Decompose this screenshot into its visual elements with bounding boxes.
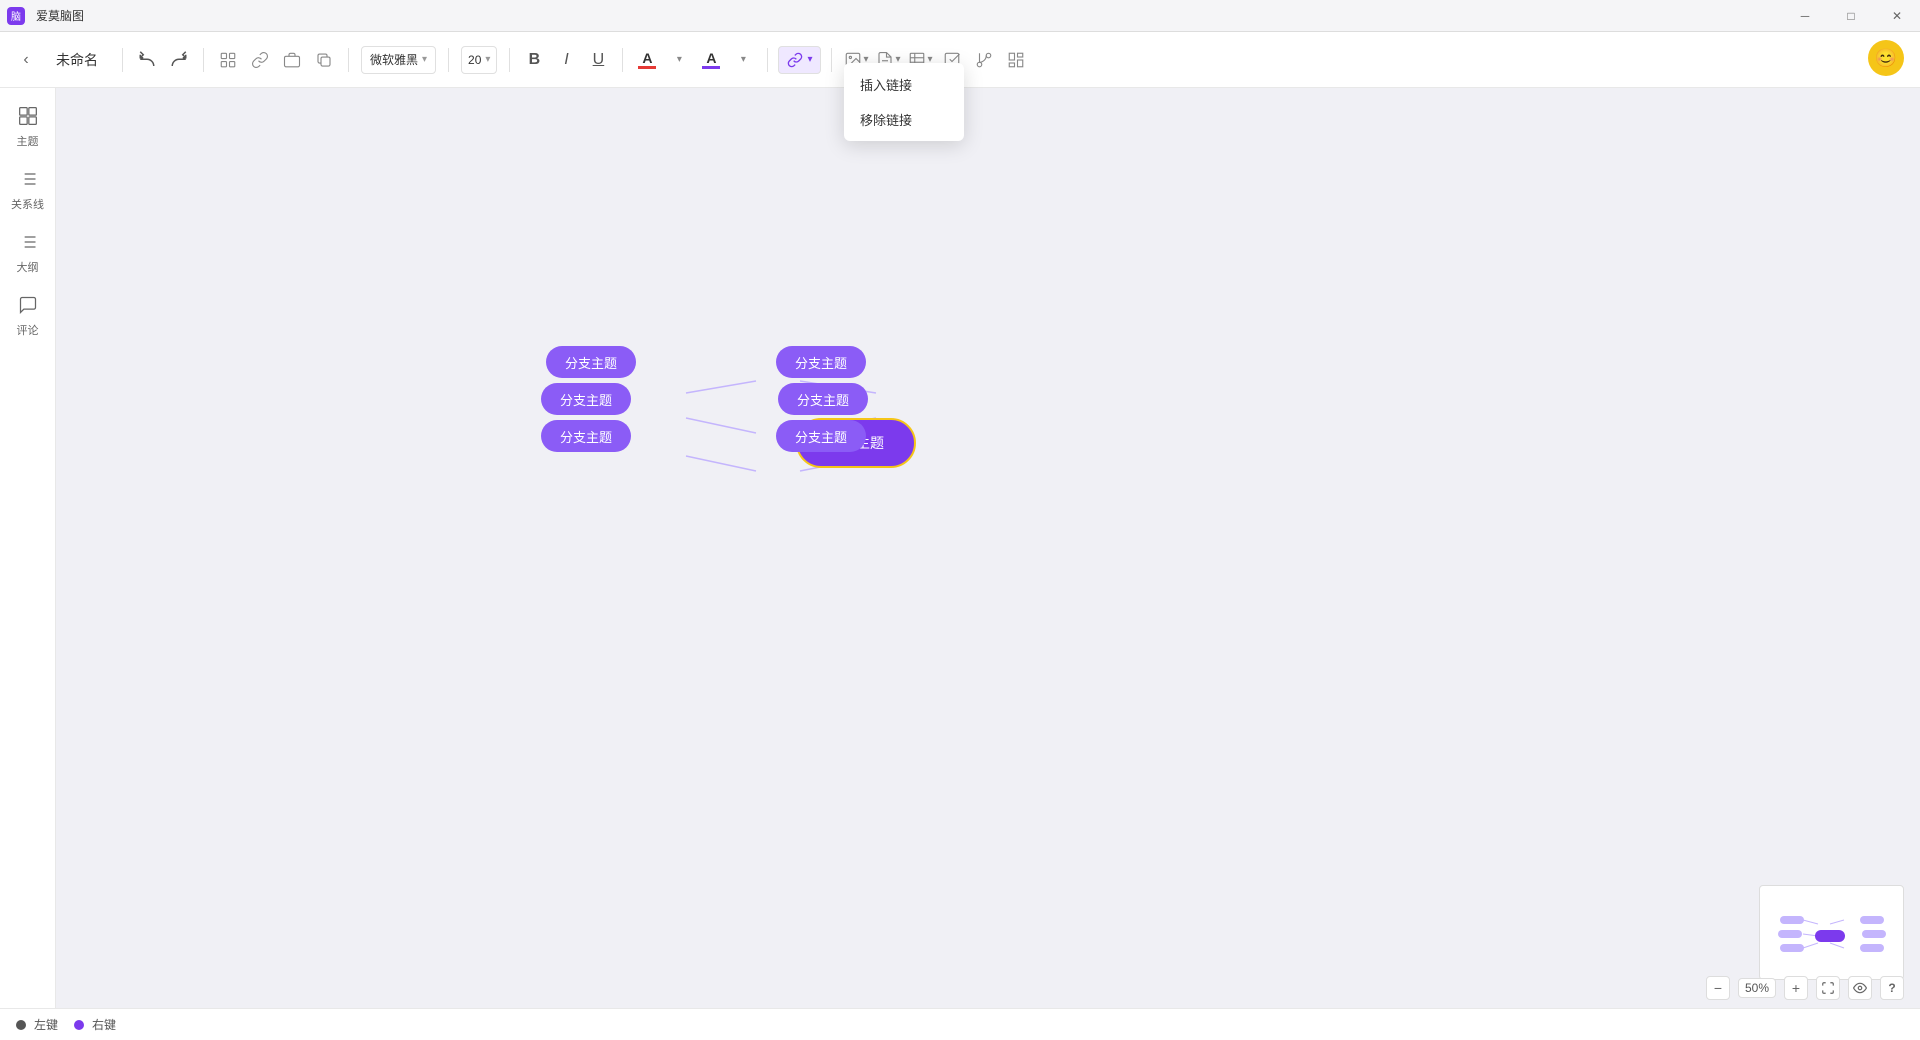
branch-node-br2[interactable]: 分支主题 xyxy=(778,383,868,415)
sidebar-item-comment-label: 评论 xyxy=(17,322,39,338)
bold-button[interactable]: B xyxy=(518,44,550,76)
minimize-button[interactable]: ─ xyxy=(1782,0,1828,32)
separator xyxy=(622,48,623,72)
separator xyxy=(831,48,832,72)
theme-icon xyxy=(18,106,38,131)
sidebar-item-comment[interactable]: 评论 xyxy=(0,285,55,348)
zoom-out-button[interactable]: − xyxy=(1706,976,1730,1000)
redo-button[interactable] xyxy=(163,44,195,76)
sidebar: 主题 关系线 大纲 评论 xyxy=(0,88,56,1040)
sidebar-item-theme-label: 主题 xyxy=(17,133,39,149)
insert-link-item[interactable]: 插入链接 xyxy=(844,67,964,102)
app-icon: 脑 xyxy=(0,0,32,32)
font-color-button[interactable]: A xyxy=(631,44,663,76)
template-button[interactable] xyxy=(1000,44,1032,76)
remove-link-item[interactable]: 移除链接 xyxy=(844,102,964,137)
minimap-branch-l2 xyxy=(1778,930,1802,938)
style-button[interactable] xyxy=(212,44,244,76)
copy-button[interactable] xyxy=(308,44,340,76)
separator xyxy=(122,48,123,72)
left-click-info: 左键 xyxy=(16,1016,58,1033)
eye-button[interactable] xyxy=(1848,976,1872,1000)
minimap xyxy=(1759,885,1904,980)
font-size-selector[interactable]: 20 ▾ xyxy=(461,46,497,74)
separator xyxy=(348,48,349,72)
svg-text:脑: 脑 xyxy=(11,10,21,23)
minimap-center xyxy=(1815,930,1845,942)
sidebar-item-theme[interactable]: 主题 xyxy=(0,96,55,159)
undo-button[interactable] xyxy=(131,44,163,76)
user-avatar[interactable]: 😊 xyxy=(1868,40,1904,76)
maximize-button[interactable]: □ xyxy=(1828,0,1874,32)
link-chevron: ▾ xyxy=(807,54,812,65)
separator xyxy=(203,48,204,72)
zoom-level: 50% xyxy=(1738,978,1776,998)
right-click-info: 右键 xyxy=(74,1016,116,1033)
separator xyxy=(448,48,449,72)
link-style-button[interactable] xyxy=(244,44,276,76)
window-controls: ─ □ ✕ xyxy=(1782,0,1920,32)
zoom-controls: − 50% + ? xyxy=(1706,976,1904,1000)
app-title: 爱莫脑图 xyxy=(36,7,84,24)
svg-text:😊: 😊 xyxy=(1875,48,1897,68)
branch-node-br3[interactable]: 分支主题 xyxy=(776,420,866,452)
relations-icon xyxy=(18,169,38,194)
comment-icon xyxy=(18,295,38,320)
italic-button[interactable]: I xyxy=(550,44,582,76)
fit-button[interactable] xyxy=(1816,976,1840,1000)
help-button[interactable]: ? xyxy=(1880,976,1904,1000)
right-click-icon xyxy=(74,1020,84,1030)
canvas[interactable]: 中心主题 分支主题 分支主题 分支主题 分支主题 分支主题 分支主题 xyxy=(56,88,1920,1040)
branch-node-br1[interactable]: 分支主题 xyxy=(776,346,866,378)
back-button[interactable]: ‹ xyxy=(12,46,40,74)
document-title[interactable]: 未命名 xyxy=(56,50,98,70)
zoom-in-button[interactable]: + xyxy=(1784,976,1808,1000)
left-click-icon xyxy=(16,1020,26,1030)
minimap-branch-r3 xyxy=(1860,944,1884,952)
bg-color-picker[interactable]: ▾ xyxy=(727,44,759,76)
branch-node-bl3[interactable]: 分支主题 xyxy=(541,420,631,452)
link-dropdown: 插入链接 移除链接 xyxy=(844,63,964,141)
sidebar-item-outline[interactable]: 大纲 xyxy=(0,222,55,285)
group-button[interactable] xyxy=(276,44,308,76)
sidebar-item-relations-label: 关系线 xyxy=(11,196,44,212)
minimap-branch-r2 xyxy=(1862,930,1886,938)
mindmap-connections xyxy=(56,88,1920,1040)
sidebar-item-outline-label: 大纲 xyxy=(17,259,39,275)
minimap-branch-r1 xyxy=(1860,916,1884,924)
branch-node-bl1[interactable]: 分支主题 xyxy=(546,346,636,378)
font-color-picker[interactable]: ▾ xyxy=(663,44,695,76)
separator xyxy=(767,48,768,72)
minimap-inner xyxy=(1760,886,1903,979)
font-color-bar xyxy=(638,66,656,69)
outline-icon xyxy=(18,232,38,257)
separator xyxy=(509,48,510,72)
minimap-branch-l1 xyxy=(1780,916,1804,924)
bg-color-bar xyxy=(702,66,720,69)
minimap-branch-l3 xyxy=(1780,944,1804,952)
bg-color-button[interactable]: A xyxy=(695,44,727,76)
close-button[interactable]: ✕ xyxy=(1874,0,1920,32)
branch-node-bl2[interactable]: 分支主题 xyxy=(541,383,631,415)
sidebar-item-relations[interactable]: 关系线 xyxy=(0,159,55,222)
bottombar: 左键 右键 xyxy=(0,1008,1920,1040)
titlebar: 脑 爱莫脑图 ─ □ ✕ xyxy=(0,0,1920,32)
branch-button[interactable] xyxy=(968,44,1000,76)
link-button[interactable]: ▾ xyxy=(778,46,821,74)
font-family-selector[interactable]: 微软雅黑 ▾ xyxy=(361,46,436,74)
underline-button[interactable]: U xyxy=(582,44,614,76)
